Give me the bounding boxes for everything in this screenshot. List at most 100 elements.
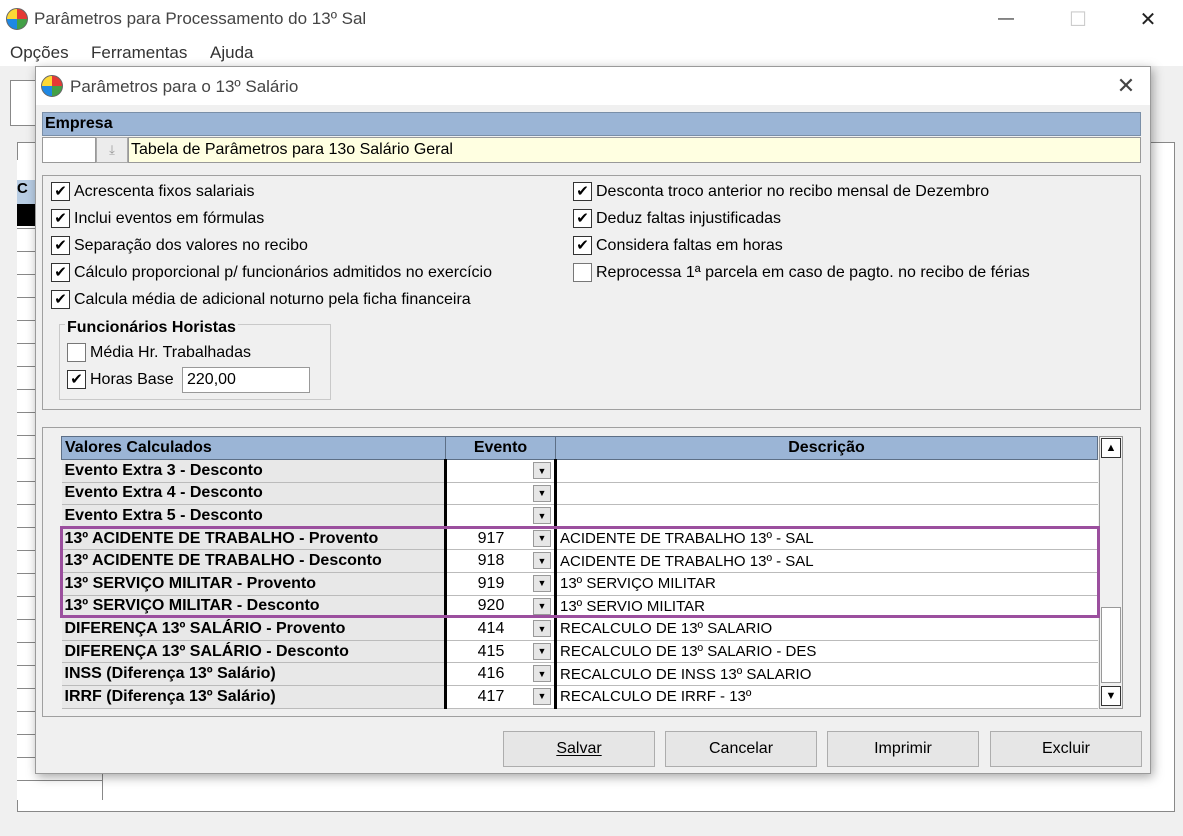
close-icon: ✕	[1139, 8, 1157, 31]
dropdown-arrow-icon[interactable]: ▼	[533, 687, 551, 705]
empresa-header: Empresa	[42, 112, 1141, 136]
minimize-button[interactable]: —	[983, 4, 1029, 34]
cell-evento[interactable]: 415 ▼	[445, 640, 557, 664]
dropdown-arrow-icon[interactable]: ▼	[533, 642, 551, 660]
options-panel: ✔ Acrescenta fixos salariais ✔ Inclui even…	[42, 175, 1141, 410]
cell-descricao	[555, 459, 1098, 483]
cell-descricao: ACIDENTE DE TRABALHO 13º - SAL	[555, 527, 1098, 551]
checkbox[interactable]: ✔	[51, 236, 70, 255]
checkbox[interactable]: ✔	[51, 182, 70, 201]
cell-descricao: RECALCULO DE INSS 13º SALARIO	[555, 662, 1098, 686]
dropdown-arrow-icon[interactable]: ▼	[533, 620, 551, 638]
window-title: Parâmetros para Processamento do 13º Sal	[34, 9, 367, 28]
option-separacao-valores[interactable]: ✔ Separação dos valores no recibo	[51, 236, 308, 255]
checkbox[interactable]: ✔	[51, 263, 70, 282]
cell-descricao: RECALCULO DE 13º SALARIO	[555, 617, 1098, 641]
events-grid-panel: Valores Calculados Evento Descrição Even…	[42, 427, 1141, 717]
option-acrescenta-fixos[interactable]: ✔ Acrescenta fixos salariais	[51, 182, 255, 201]
background-grid-selected-cell	[17, 204, 37, 226]
download-arrow-icon: ⤓	[109, 142, 115, 157]
table-row[interactable]: 13º SERVIÇO MILITAR - Provento 919 ▼ 13º …	[61, 572, 1098, 596]
cell-valor: 13º ACIDENTE DE TRABALHO - Provento	[61, 527, 447, 551]
cell-valor: Evento Extra 5 - Desconto	[61, 504, 447, 528]
table-row[interactable]: DIFERENÇA 13º SALÁRIO - Provento 414 ▼ RE…	[61, 617, 1098, 641]
cell-evento[interactable]: 918 ▼	[445, 549, 557, 573]
table-row[interactable]: Evento Extra 3 - Desconto ▼	[61, 459, 1098, 483]
table-row[interactable]: 13º ACIDENTE DE TRABALHO - Provento 917 ▼…	[61, 527, 1098, 551]
dropdown-arrow-icon[interactable]: ▼	[533, 574, 551, 592]
table-row[interactable]: 13º SERVIÇO MILITAR - Desconto 920 ▼ 13º …	[61, 595, 1098, 619]
checkbox[interactable]: ✔	[51, 290, 70, 309]
option-deduz-faltas[interactable]: ✔ Deduz faltas injustificadas	[573, 209, 781, 228]
dropdown-arrow-icon[interactable]: ▼	[533, 507, 551, 525]
cell-valor: 13º SERVIÇO MILITAR - Desconto	[61, 595, 447, 619]
print-button[interactable]: Imprimir	[827, 731, 979, 767]
minimize-icon: —	[998, 10, 1014, 27]
option-desconta-troco[interactable]: ✔ Desconta troco anterior no recibo mensa…	[573, 182, 989, 201]
save-button[interactable]: Salvar	[503, 731, 655, 767]
cell-descricao: RECALCULO DE IRRF - 13º	[555, 685, 1098, 709]
checkbox[interactable]: ✔	[51, 209, 70, 228]
grid-vertical-scrollbar[interactable]: ▲ ▼	[1099, 436, 1123, 709]
option-inclui-eventos[interactable]: ✔ Inclui eventos em fórmulas	[51, 209, 264, 228]
checkbox[interactable]: ✔	[67, 370, 86, 389]
dialog-logo-icon	[41, 75, 63, 97]
option-calculo-proporcional[interactable]: ✔ Cálculo proporcional p/ funcionários ad…	[51, 263, 492, 282]
cell-valor: Evento Extra 3 - Desconto	[61, 459, 447, 483]
option-faltas-em-horas[interactable]: ✔ Considera faltas em horas	[573, 236, 783, 255]
checkbox[interactable]: ✔	[573, 236, 592, 255]
checkbox[interactable]	[67, 343, 86, 362]
checkbox[interactable]: ✔	[573, 209, 592, 228]
table-row[interactable]: 13º ACIDENTE DE TRABALHO - Desconto 918 ▼…	[61, 549, 1098, 573]
dialog-close-button[interactable]: ✕	[1108, 71, 1144, 101]
table-row[interactable]: INSS (Diferença 13º Salário) 416 ▼ RECALC…	[61, 662, 1098, 686]
option-reprocessa-1a-parcela[interactable]: Reprocessa 1ª parcela em caso de pagto. …	[573, 263, 1030, 282]
events-grid: Valores Calculados Evento Descrição Even…	[61, 436, 1098, 709]
cell-evento[interactable]: 920 ▼	[445, 595, 557, 619]
cell-evento[interactable]: ▼	[445, 504, 557, 528]
table-row[interactable]: IRRF (Diferença 13º Salário) 417 ▼ RECALC…	[61, 685, 1098, 709]
close-button[interactable]: ✕	[1125, 4, 1171, 34]
menu-opcoes[interactable]: Opções	[10, 43, 69, 63]
cell-evento[interactable]: 414 ▼	[445, 617, 557, 641]
cell-evento[interactable]: ▼	[445, 459, 557, 483]
checkbox[interactable]: ✔	[573, 182, 592, 201]
cell-evento[interactable]: 919 ▼	[445, 572, 557, 596]
cancel-button[interactable]: Cancelar	[665, 731, 817, 767]
dropdown-arrow-icon[interactable]: ▼	[533, 552, 551, 570]
dropdown-arrow-icon[interactable]: ▼	[533, 529, 551, 547]
horistas-group-title: Funcionários Horistas	[65, 319, 238, 337]
delete-button[interactable]: Excluir	[990, 731, 1142, 767]
column-header-evento[interactable]: Evento	[445, 436, 556, 460]
column-header-descricao[interactable]: Descrição	[555, 436, 1098, 460]
horas-base-input[interactable]: 220,00	[182, 367, 310, 393]
cell-valor: INSS (Diferença 13º Salário)	[61, 662, 447, 686]
table-row[interactable]: Evento Extra 4 - Desconto ▼	[61, 482, 1098, 506]
maximize-button[interactable]: ☐	[1055, 4, 1101, 34]
menu-ajuda[interactable]: Ajuda	[210, 43, 253, 63]
scroll-down-arrow-icon[interactable]: ▼	[1101, 686, 1121, 706]
dropdown-arrow-icon[interactable]: ▼	[533, 665, 551, 683]
scrollbar-thumb[interactable]	[1101, 607, 1121, 683]
dropdown-arrow-icon[interactable]: ▼	[533, 597, 551, 615]
empresa-lookup-button[interactable]: ⤓	[96, 137, 128, 163]
app-logo-icon	[6, 8, 28, 30]
cell-evento[interactable]: 917 ▼	[445, 527, 557, 551]
table-row[interactable]: DIFERENÇA 13º SALÁRIO - Desconto 415 ▼ RE…	[61, 640, 1098, 664]
menu-ferramentas[interactable]: Ferramentas	[91, 43, 187, 63]
table-row[interactable]: Evento Extra 5 - Desconto ▼	[61, 504, 1098, 528]
option-media-adicional-noturno[interactable]: ✔ Calcula média de adicional noturno pela…	[51, 290, 471, 309]
cell-evento[interactable]: 416 ▼	[445, 662, 557, 686]
option-horas-base[interactable]: ✔ Horas Base	[67, 370, 174, 389]
empresa-code-field[interactable]	[42, 137, 96, 163]
scroll-up-arrow-icon[interactable]: ▲	[1101, 438, 1121, 458]
column-header-valores[interactable]: Valores Calculados	[61, 436, 446, 460]
option-media-hr-trabalhadas[interactable]: Média Hr. Trabalhadas	[67, 343, 251, 362]
dropdown-arrow-icon[interactable]: ▼	[533, 462, 551, 479]
cell-evento[interactable]: ▼	[445, 482, 557, 506]
cell-evento[interactable]: 417 ▼	[445, 685, 557, 709]
dropdown-arrow-icon[interactable]: ▼	[533, 484, 551, 502]
cell-valor: 13º ACIDENTE DE TRABALHO - Desconto	[61, 549, 447, 573]
checkbox[interactable]	[573, 263, 592, 282]
background-grid-header: C	[17, 180, 37, 204]
